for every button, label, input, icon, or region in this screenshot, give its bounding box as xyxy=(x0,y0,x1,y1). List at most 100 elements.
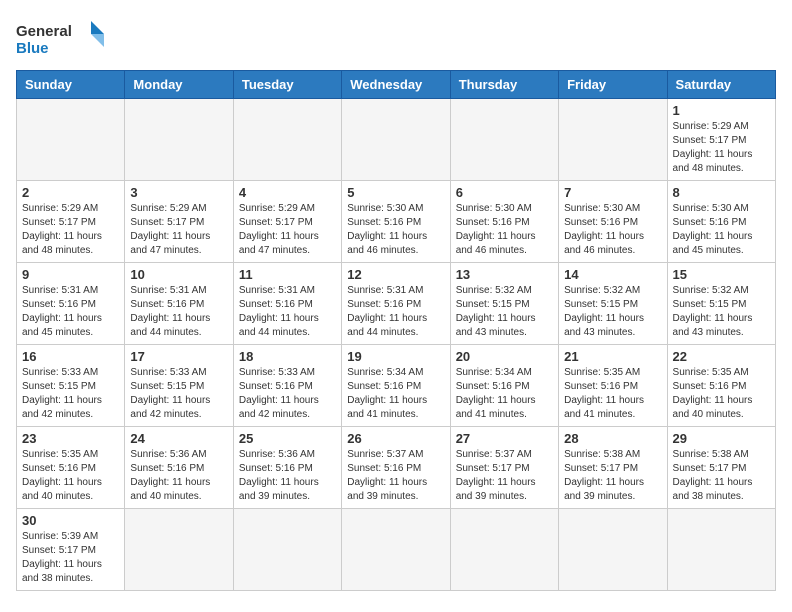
day-info: Sunrise: 5:29 AM Sunset: 5:17 PM Dayligh… xyxy=(673,120,770,176)
week-row-4: 16 Sunrise: 5:33 AM Sunset: 5:15 PM Dayli… xyxy=(17,345,776,427)
calendar-cell: 11 Sunrise: 5:31 AM Sunset: 5:16 PM Dayli… xyxy=(233,263,341,345)
header-friday: Friday xyxy=(559,71,667,99)
day-number: 15 xyxy=(673,267,770,282)
day-info: Sunrise: 5:33 AM Sunset: 5:16 PM Dayligh… xyxy=(239,366,336,422)
calendar-cell: 23Sunrise: 5:35 AM Sunset: 5:16 PM Dayli… xyxy=(17,427,125,509)
calendar-cell: 7 Sunrise: 5:30 AM Sunset: 5:16 PM Daylig… xyxy=(559,181,667,263)
day-number: 14 xyxy=(564,267,661,282)
days-header-row: SundayMondayTuesdayWednesdayThursdayFrid… xyxy=(17,71,776,99)
day-info: Sunrise: 5:30 AM Sunset: 5:16 PM Dayligh… xyxy=(673,202,770,258)
calendar-cell: 5 Sunrise: 5:30 AM Sunset: 5:16 PM Daylig… xyxy=(342,181,450,263)
calendar-cell xyxy=(125,99,233,181)
day-number: 13 xyxy=(456,267,553,282)
calendar-table: SundayMondayTuesdayWednesdayThursdayFrid… xyxy=(16,70,776,591)
day-number: 2 xyxy=(22,185,119,200)
calendar-cell: 18 Sunrise: 5:33 AM Sunset: 5:16 PM Dayli… xyxy=(233,345,341,427)
header-wednesday: Wednesday xyxy=(342,71,450,99)
day-number: 27 xyxy=(456,431,553,446)
day-number: 18 xyxy=(239,349,336,364)
day-info: Sunrise: 5:35 AM Sunset: 5:16 PM Dayligh… xyxy=(564,366,661,422)
generalblue-logo-icon: General Blue xyxy=(16,16,106,60)
calendar-cell: 16Sunrise: 5:33 AM Sunset: 5:15 PM Dayli… xyxy=(17,345,125,427)
day-info: Sunrise: 5:39 AM Sunset: 5:17 PM Dayligh… xyxy=(22,530,119,586)
calendar-cell: 28 Sunrise: 5:38 AM Sunset: 5:17 PM Dayli… xyxy=(559,427,667,509)
week-row-6: 30 Sunrise: 5:39 AM Sunset: 5:17 PM Dayli… xyxy=(17,509,776,591)
calendar-cell: 22Sunrise: 5:35 AM Sunset: 5:16 PM Dayli… xyxy=(667,345,775,427)
day-number: 5 xyxy=(347,185,444,200)
header-sunday: Sunday xyxy=(17,71,125,99)
day-number: 3 xyxy=(130,185,227,200)
day-info: Sunrise: 5:33 AM Sunset: 5:15 PM Dayligh… xyxy=(130,366,227,422)
calendar-cell: 14Sunrise: 5:32 AM Sunset: 5:15 PM Dayli… xyxy=(559,263,667,345)
calendar-cell xyxy=(125,509,233,591)
header-monday: Monday xyxy=(125,71,233,99)
calendar-cell: 9 Sunrise: 5:31 AM Sunset: 5:16 PM Daylig… xyxy=(17,263,125,345)
day-number: 28 xyxy=(564,431,661,446)
calendar-cell: 30 Sunrise: 5:39 AM Sunset: 5:17 PM Dayli… xyxy=(17,509,125,591)
day-number: 11 xyxy=(239,267,336,282)
day-info: Sunrise: 5:30 AM Sunset: 5:16 PM Dayligh… xyxy=(456,202,553,258)
logo: General Blue xyxy=(16,16,106,60)
day-number: 7 xyxy=(564,185,661,200)
calendar-cell: 12 Sunrise: 5:31 AM Sunset: 5:16 PM Dayli… xyxy=(342,263,450,345)
day-info: Sunrise: 5:32 AM Sunset: 5:15 PM Dayligh… xyxy=(456,284,553,340)
day-number: 23 xyxy=(22,431,119,446)
day-info: Sunrise: 5:30 AM Sunset: 5:16 PM Dayligh… xyxy=(564,202,661,258)
calendar-cell: 17 Sunrise: 5:33 AM Sunset: 5:15 PM Dayli… xyxy=(125,345,233,427)
page-header: General Blue xyxy=(16,16,776,60)
calendar-cell: 26Sunrise: 5:37 AM Sunset: 5:16 PM Dayli… xyxy=(342,427,450,509)
calendar-cell: 1 Sunrise: 5:29 AM Sunset: 5:17 PM Daylig… xyxy=(667,99,775,181)
calendar-cell: 3Sunrise: 5:29 AM Sunset: 5:17 PM Daylig… xyxy=(125,181,233,263)
day-number: 25 xyxy=(239,431,336,446)
svg-text:Blue: Blue xyxy=(16,40,49,57)
calendar-cell: 20Sunrise: 5:34 AM Sunset: 5:16 PM Dayli… xyxy=(450,345,558,427)
calendar-cell xyxy=(667,509,775,591)
calendar-cell xyxy=(559,99,667,181)
day-info: Sunrise: 5:31 AM Sunset: 5:16 PM Dayligh… xyxy=(22,284,119,340)
day-number: 9 xyxy=(22,267,119,282)
week-row-5: 23Sunrise: 5:35 AM Sunset: 5:16 PM Dayli… xyxy=(17,427,776,509)
day-number: 30 xyxy=(22,513,119,528)
svg-text:General: General xyxy=(16,23,72,40)
week-row-3: 9 Sunrise: 5:31 AM Sunset: 5:16 PM Daylig… xyxy=(17,263,776,345)
day-info: Sunrise: 5:31 AM Sunset: 5:16 PM Dayligh… xyxy=(347,284,444,340)
calendar-cell: 27Sunrise: 5:37 AM Sunset: 5:17 PM Dayli… xyxy=(450,427,558,509)
calendar-cell xyxy=(559,509,667,591)
calendar-cell: 24Sunrise: 5:36 AM Sunset: 5:16 PM Dayli… xyxy=(125,427,233,509)
header-tuesday: Tuesday xyxy=(233,71,341,99)
week-row-1: 1 Sunrise: 5:29 AM Sunset: 5:17 PM Daylig… xyxy=(17,99,776,181)
day-info: Sunrise: 5:29 AM Sunset: 5:17 PM Dayligh… xyxy=(239,202,336,258)
day-number: 10 xyxy=(130,267,227,282)
calendar-cell: 10 Sunrise: 5:31 AM Sunset: 5:16 PM Dayli… xyxy=(125,263,233,345)
header-saturday: Saturday xyxy=(667,71,775,99)
day-info: Sunrise: 5:38 AM Sunset: 5:17 PM Dayligh… xyxy=(564,448,661,504)
calendar-cell xyxy=(233,99,341,181)
day-info: Sunrise: 5:30 AM Sunset: 5:16 PM Dayligh… xyxy=(347,202,444,258)
day-info: Sunrise: 5:34 AM Sunset: 5:16 PM Dayligh… xyxy=(347,366,444,422)
day-info: Sunrise: 5:36 AM Sunset: 5:16 PM Dayligh… xyxy=(239,448,336,504)
calendar-cell: 21 Sunrise: 5:35 AM Sunset: 5:16 PM Dayli… xyxy=(559,345,667,427)
calendar-cell xyxy=(233,509,341,591)
day-info: Sunrise: 5:35 AM Sunset: 5:16 PM Dayligh… xyxy=(673,366,770,422)
day-number: 29 xyxy=(673,431,770,446)
day-info: Sunrise: 5:29 AM Sunset: 5:17 PM Dayligh… xyxy=(22,202,119,258)
day-info: Sunrise: 5:31 AM Sunset: 5:16 PM Dayligh… xyxy=(239,284,336,340)
calendar-cell: 13 Sunrise: 5:32 AM Sunset: 5:15 PM Dayli… xyxy=(450,263,558,345)
day-number: 21 xyxy=(564,349,661,364)
calendar-cell: 29 Sunrise: 5:38 AM Sunset: 5:17 PM Dayli… xyxy=(667,427,775,509)
day-number: 24 xyxy=(130,431,227,446)
day-number: 26 xyxy=(347,431,444,446)
day-info: Sunrise: 5:34 AM Sunset: 5:16 PM Dayligh… xyxy=(456,366,553,422)
calendar-cell xyxy=(342,509,450,591)
calendar-cell: 19Sunrise: 5:34 AM Sunset: 5:16 PM Dayli… xyxy=(342,345,450,427)
day-number: 12 xyxy=(347,267,444,282)
day-info: Sunrise: 5:31 AM Sunset: 5:16 PM Dayligh… xyxy=(130,284,227,340)
calendar-cell xyxy=(17,99,125,181)
day-info: Sunrise: 5:38 AM Sunset: 5:17 PM Dayligh… xyxy=(673,448,770,504)
day-number: 16 xyxy=(22,349,119,364)
calendar-cell: 4 Sunrise: 5:29 AM Sunset: 5:17 PM Daylig… xyxy=(233,181,341,263)
day-number: 4 xyxy=(239,185,336,200)
calendar-cell xyxy=(450,99,558,181)
day-number: 17 xyxy=(130,349,227,364)
day-number: 1 xyxy=(673,103,770,118)
